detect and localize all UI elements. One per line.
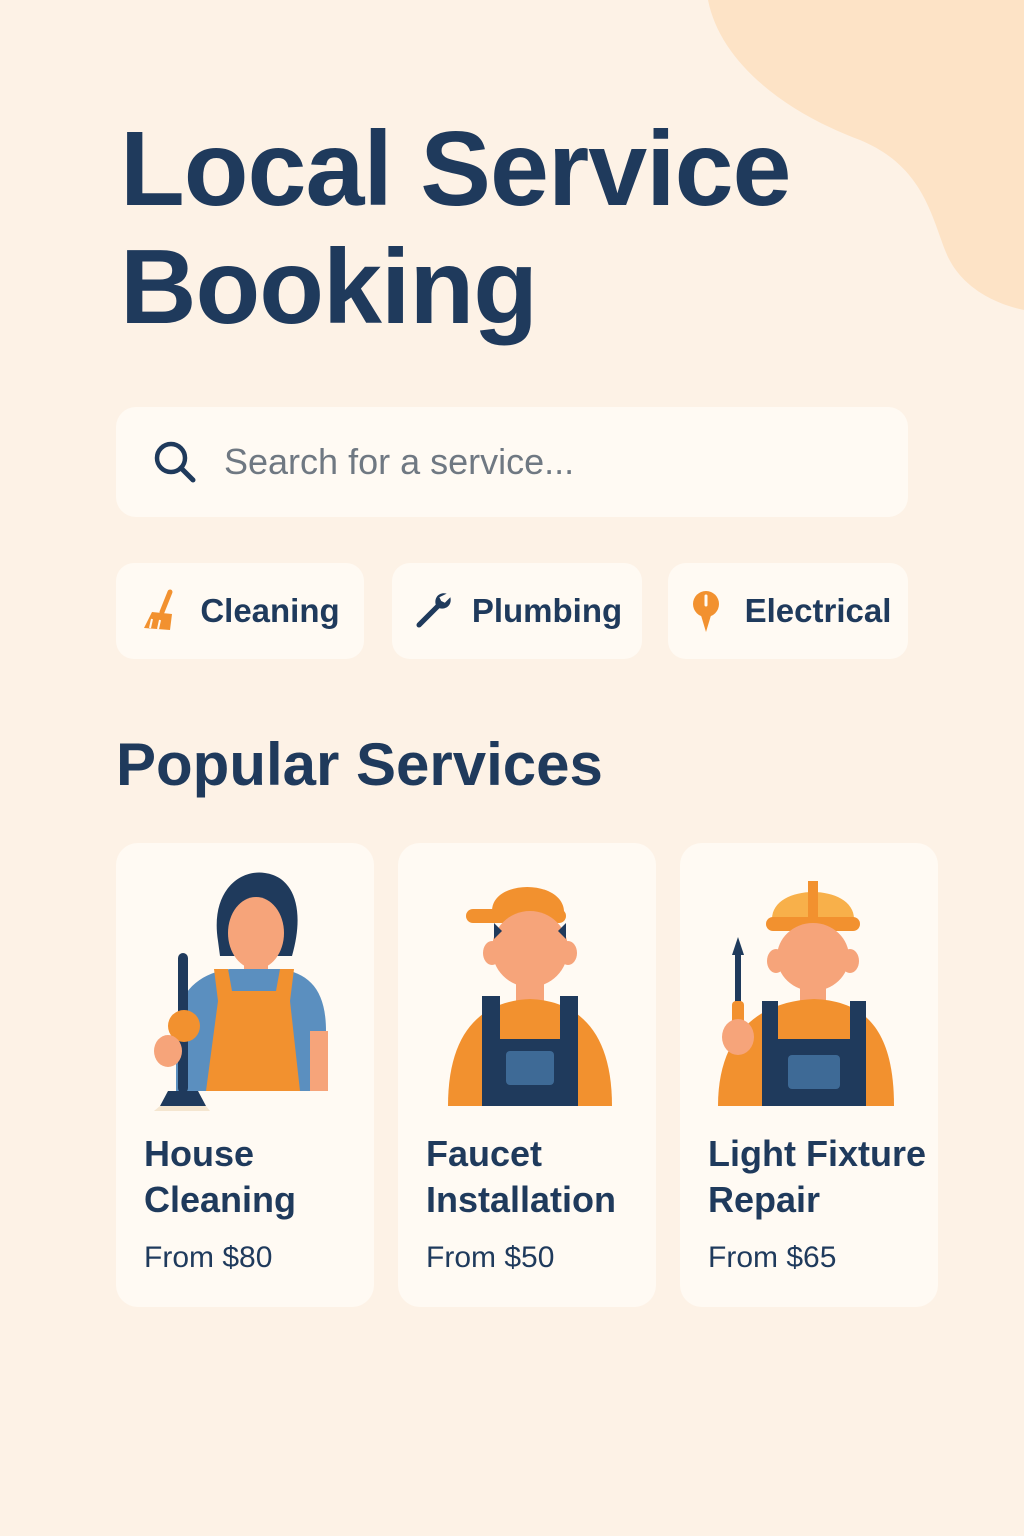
service-name-line-2: Cleaning bbox=[144, 1179, 297, 1220]
broom-icon bbox=[144, 589, 173, 630]
plumber-illustration bbox=[448, 887, 612, 1106]
category-chip-cleaning[interactable]: Cleaning bbox=[116, 563, 364, 659]
service-name-line-1: Light Fixture bbox=[708, 1133, 926, 1174]
page-title-line-1: Local Service bbox=[120, 110, 792, 228]
category-chip-label: Electrical bbox=[744, 592, 892, 629]
search-icon bbox=[154, 441, 196, 483]
service-card-light-fixture-repair[interactable]: Light Fixture Repair From $65 bbox=[680, 843, 938, 1307]
search-input[interactable] bbox=[224, 441, 864, 483]
service-name: Light Fixture Repair bbox=[708, 1131, 928, 1223]
service-price: From $65 bbox=[708, 1241, 837, 1274]
electrical-pin-icon bbox=[692, 591, 719, 632]
cleaner-illustration bbox=[154, 872, 328, 1111]
wrench-icon bbox=[416, 593, 451, 628]
category-chip-plumbing[interactable]: Plumbing bbox=[392, 563, 642, 659]
page-title: Local Service Booking bbox=[120, 110, 792, 346]
service-name-line-2: Repair bbox=[708, 1179, 821, 1220]
service-name-line-2: Installation bbox=[426, 1179, 617, 1220]
service-price: From $50 bbox=[426, 1241, 555, 1274]
search-bar[interactable] bbox=[116, 407, 908, 517]
service-name: House Cleaning bbox=[144, 1131, 364, 1223]
electrician-illustration bbox=[718, 881, 894, 1106]
service-price: From $80 bbox=[144, 1241, 273, 1274]
service-card-faucet-installation[interactable]: Faucet Installation From $50 bbox=[398, 843, 656, 1307]
section-title-popular-services: Popular Services bbox=[116, 731, 603, 798]
service-card-house-cleaning[interactable]: House Cleaning From $80 bbox=[116, 843, 374, 1307]
page-title-line-2: Booking bbox=[120, 228, 538, 346]
category-chip-label: Cleaning bbox=[200, 592, 340, 629]
service-name: Faucet Installation bbox=[426, 1131, 646, 1223]
category-chip-label: Plumbing bbox=[471, 592, 623, 629]
category-chip-electrical[interactable]: Electrical bbox=[668, 563, 908, 659]
service-name-line-1: Faucet bbox=[426, 1133, 543, 1174]
service-name-line-1: House bbox=[144, 1133, 255, 1174]
